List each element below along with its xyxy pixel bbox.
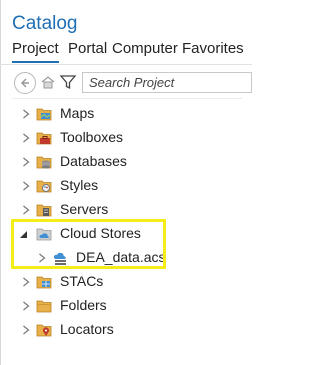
tree-item-label: Toolboxes — [60, 129, 124, 145]
tree-item-label: Databases — [60, 153, 127, 169]
cloud-connection-icon — [53, 252, 66, 265]
stacs-folder-icon — [36, 276, 52, 289]
tree-item-servers[interactable]: Servers — [0, 199, 252, 221]
toolbox-folder-icon — [36, 132, 52, 145]
tree-item-databases[interactable]: Databases — [0, 151, 252, 173]
tree-item-label: Maps — [60, 105, 95, 121]
expand-arrow-icon[interactable] — [38, 253, 46, 263]
tree-item-label: STACs — [60, 273, 104, 289]
tree-item-toolboxes[interactable]: Toolboxes — [0, 127, 252, 149]
tree-item-locators[interactable]: Locators — [0, 319, 252, 341]
expand-arrow-icon[interactable] — [22, 277, 30, 287]
tree-item-label: Servers — [60, 201, 109, 217]
catalog-pane: Catalog Project Portal Computer Favorite… — [0, 0, 255, 365]
tab-project[interactable]: Project — [12, 40, 59, 63]
tree-item-cloud-stores[interactable]: Cloud Stores — [0, 223, 252, 245]
expand-arrow-icon[interactable] — [22, 325, 30, 335]
pane-title: Catalog — [12, 13, 78, 34]
collapse-arrow-icon[interactable] — [20, 230, 28, 240]
expand-arrow-icon[interactable] — [22, 205, 30, 215]
toolbar-divider — [12, 98, 242, 99]
filter-button[interactable] — [58, 72, 78, 92]
search-input[interactable] — [83, 73, 255, 92]
tab-favorites[interactable]: Favorites — [182, 40, 244, 57]
tree-item-styles[interactable]: Styles — [0, 175, 252, 197]
tab-portal[interactable]: Portal — [68, 40, 107, 57]
expand-arrow-icon[interactable] — [22, 109, 30, 119]
cloud-stores-folder-icon — [36, 228, 52, 241]
folders-icon — [36, 300, 52, 313]
expand-arrow-icon[interactable] — [22, 301, 30, 311]
servers-folder-icon — [36, 204, 52, 217]
tree-item-label: Cloud Stores — [60, 225, 141, 241]
tree-item-label: Folders — [60, 297, 107, 313]
tabs-divider — [0, 64, 252, 65]
back-icon — [20, 78, 29, 88]
back-button[interactable] — [14, 72, 36, 94]
tree-item-stacs[interactable]: STACs — [0, 271, 252, 293]
home-icon — [41, 76, 55, 89]
expand-arrow-icon[interactable] — [22, 157, 30, 167]
tree-item-dea-data-acs[interactable]: DEA_data.acs — [0, 247, 252, 269]
locators-folder-icon — [36, 324, 52, 337]
tab-computer[interactable]: Computer — [112, 40, 178, 57]
styles-folder-icon — [36, 180, 52, 193]
database-folder-icon — [36, 156, 52, 169]
expand-arrow-icon[interactable] — [22, 181, 30, 191]
tree-item-label: DEA_data.acs — [76, 249, 166, 265]
tree-item-label: Styles — [60, 177, 99, 193]
maps-folder-icon — [36, 108, 52, 121]
filter-icon — [59, 75, 77, 90]
tree-item-maps[interactable]: Maps — [0, 103, 252, 125]
tree-item-folders[interactable]: Folders — [0, 295, 252, 317]
tree-item-label: Locators — [60, 321, 114, 337]
home-button[interactable] — [38, 72, 58, 92]
expand-arrow-icon[interactable] — [22, 133, 30, 143]
search-box — [82, 72, 255, 93]
